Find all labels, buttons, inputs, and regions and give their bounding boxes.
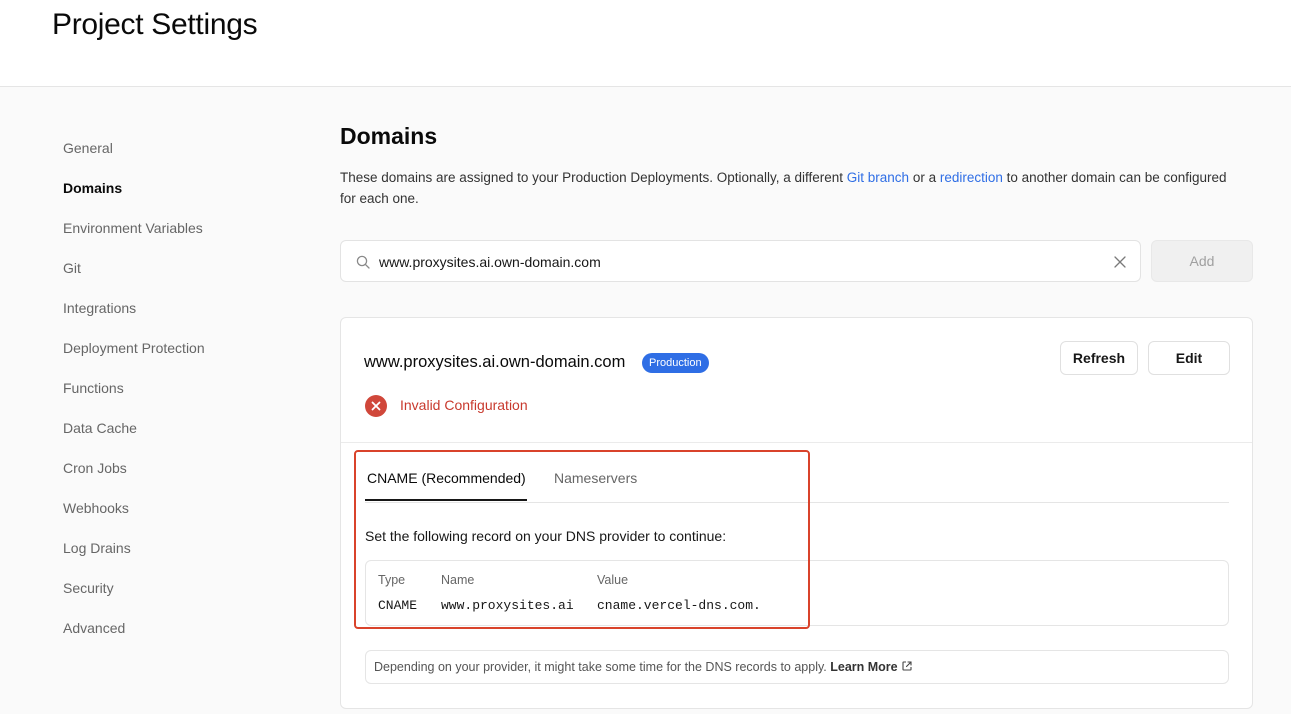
- search-icon: [356, 255, 370, 269]
- sidebar-item-data-cache[interactable]: Data Cache: [63, 408, 293, 448]
- sidebar-item-cron-jobs[interactable]: Cron Jobs: [63, 448, 293, 488]
- external-link-icon[interactable]: [901, 660, 913, 672]
- learn-more-link[interactable]: Learn More: [830, 660, 897, 674]
- dns-record-table: Type Name Value CNAME www.proxysites.ai …: [365, 560, 1229, 626]
- domain-search-box: [340, 240, 1141, 282]
- sidebar: General Domains Environment Variables Gi…: [63, 128, 293, 648]
- git-branch-link[interactable]: Git branch: [847, 170, 909, 185]
- tab-cname[interactable]: CNAME (Recommended): [367, 458, 526, 502]
- domain-card: www.proxysites.ai.own-domain.com Product…: [340, 317, 1253, 709]
- description-text-1: These domains are assigned to your Produ…: [340, 170, 847, 185]
- tab-nameservers[interactable]: Nameservers: [554, 458, 637, 502]
- header: Project Settings: [0, 0, 1291, 87]
- record-type: CNAME: [378, 598, 418, 613]
- domain-name[interactable]: www.proxysites.ai.own-domain.com: [364, 353, 625, 372]
- sidebar-item-general[interactable]: General: [63, 128, 293, 168]
- sidebar-item-integrations[interactable]: Integrations: [63, 288, 293, 328]
- domain-search-row: Add: [340, 240, 1253, 282]
- error-icon: [365, 395, 387, 417]
- record-name[interactable]: www.proxysites.ai: [441, 598, 574, 613]
- sidebar-item-domains[interactable]: Domains: [63, 168, 293, 208]
- record-value[interactable]: cname.vercel-dns.com.: [597, 598, 761, 613]
- section-title: Domains: [340, 123, 438, 149]
- description-text-2: or a: [909, 170, 940, 185]
- card-divider: [341, 442, 1252, 443]
- production-badge: Production: [642, 353, 709, 373]
- note-text: Depending on your provider, it might tak…: [374, 660, 831, 674]
- refresh-button[interactable]: Refresh: [1060, 341, 1138, 375]
- column-header-value: Value: [597, 573, 629, 587]
- sidebar-item-environment-variables[interactable]: Environment Variables: [63, 208, 293, 248]
- sidebar-item-advanced[interactable]: Advanced: [63, 608, 293, 648]
- status-invalid-configuration: Invalid Configuration: [400, 397, 528, 413]
- section-description: These domains are assigned to your Produ…: [340, 167, 1240, 209]
- column-header-name: Name: [441, 573, 475, 587]
- sidebar-item-git[interactable]: Git: [63, 248, 293, 288]
- domain-search-input[interactable]: [379, 251, 1099, 273]
- main-content: Domains These domains are assigned to yo…: [340, 120, 1253, 709]
- sidebar-item-functions[interactable]: Functions: [63, 368, 293, 408]
- close-icon[interactable]: [1112, 254, 1128, 270]
- dns-tabs: CNAME (Recommended) Nameservers: [365, 458, 1229, 503]
- dns-instruction: Set the following record on your DNS pro…: [365, 528, 727, 544]
- sidebar-item-security[interactable]: Security: [63, 568, 293, 608]
- edit-button[interactable]: Edit: [1148, 341, 1230, 375]
- sidebar-item-webhooks[interactable]: Webhooks: [63, 488, 293, 528]
- redirection-link[interactable]: redirection: [940, 170, 1003, 185]
- active-tab-indicator: [365, 499, 527, 501]
- column-header-type: Type: [378, 573, 406, 587]
- dns-propagation-note: Depending on your provider, it might tak…: [365, 650, 1229, 684]
- page-title: Project Settings: [52, 8, 258, 41]
- sidebar-item-deployment-protection[interactable]: Deployment Protection: [63, 328, 293, 368]
- sidebar-item-log-drains[interactable]: Log Drains: [63, 528, 293, 568]
- add-domain-button[interactable]: Add: [1151, 240, 1253, 282]
